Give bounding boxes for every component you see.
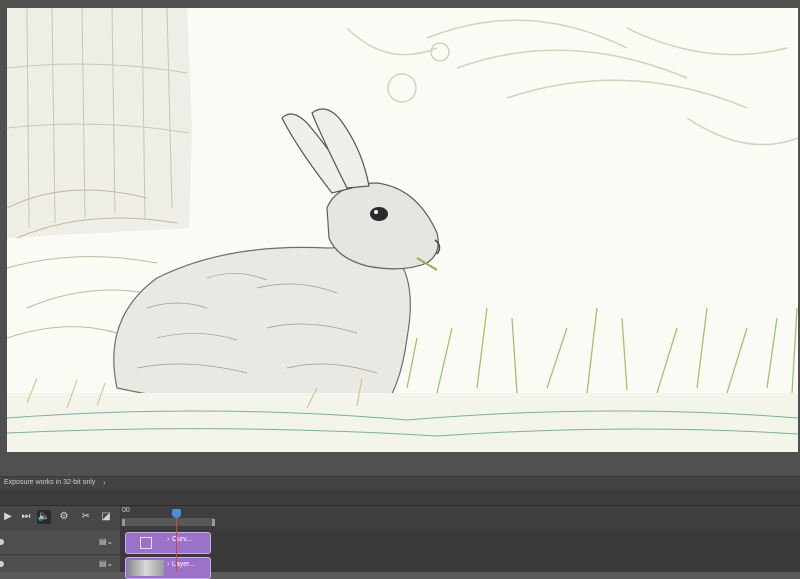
track-expand-icon[interactable] [0, 561, 4, 567]
clip-curves[interactable]: › Curv... [125, 532, 211, 554]
track-options-icon[interactable]: ▤⌄ [99, 536, 117, 548]
playhead-handle[interactable] [172, 509, 181, 518]
track-area: › Layer... [120, 555, 800, 579]
track-header: ▤⌄ [0, 530, 120, 554]
audio-icon[interactable]: 🔈 [37, 510, 51, 524]
canvas-area [0, 0, 800, 476]
track-row: ▤⌄ › Curv... [0, 530, 800, 555]
track-area: › Curv... [120, 530, 800, 554]
step-forward-icon[interactable]: ⏭ [19, 510, 33, 524]
document-canvas[interactable] [7, 8, 798, 452]
track-header: ▤⌄ [0, 555, 120, 572]
status-chevron-icon[interactable]: › [103, 477, 106, 489]
track-options-icon[interactable]: ▤⌄ [99, 558, 117, 570]
clip-layer[interactable]: › Layer... [125, 557, 211, 579]
sketch-rabbit-image [7, 8, 798, 452]
clip-thumbnail [128, 560, 164, 576]
settings-icon[interactable]: ⚙ [57, 510, 71, 524]
work-area-end-handle[interactable] [212, 519, 215, 526]
clip-chevron-icon[interactable]: › [167, 536, 169, 543]
ruler-time-label: 00 [122, 507, 130, 514]
work-area-start-handle[interactable] [122, 519, 125, 526]
playhead-line [176, 518, 177, 572]
play-icon[interactable]: ▶ [1, 510, 15, 524]
clip-chevron-icon[interactable]: › [167, 561, 169, 568]
transition-icon[interactable]: ◪ [99, 510, 113, 524]
timeline-panel: ▶ ⏭ 🔈 ⚙ ✂ ◪ 00 ▤⌄ › Curv... ▤⌄ › Layer..… [0, 505, 800, 579]
timeline-controls: ▶ ⏭ 🔈 ⚙ ✂ ◪ [0, 506, 120, 530]
work-area-bar[interactable] [122, 518, 214, 526]
adjustment-layer-icon [140, 537, 152, 549]
track-row: ▤⌄ › Layer... [0, 555, 800, 579]
status-message: Exposure works in 32-bit only [4, 479, 96, 486]
status-bar: Exposure works in 32-bit only › [0, 476, 800, 489]
split-scissors-icon[interactable]: ✂ [79, 510, 93, 524]
timeline-header-strip [0, 489, 800, 505]
track-expand-icon[interactable] [0, 539, 4, 545]
timeline-ruler[interactable]: 00 [120, 506, 800, 530]
